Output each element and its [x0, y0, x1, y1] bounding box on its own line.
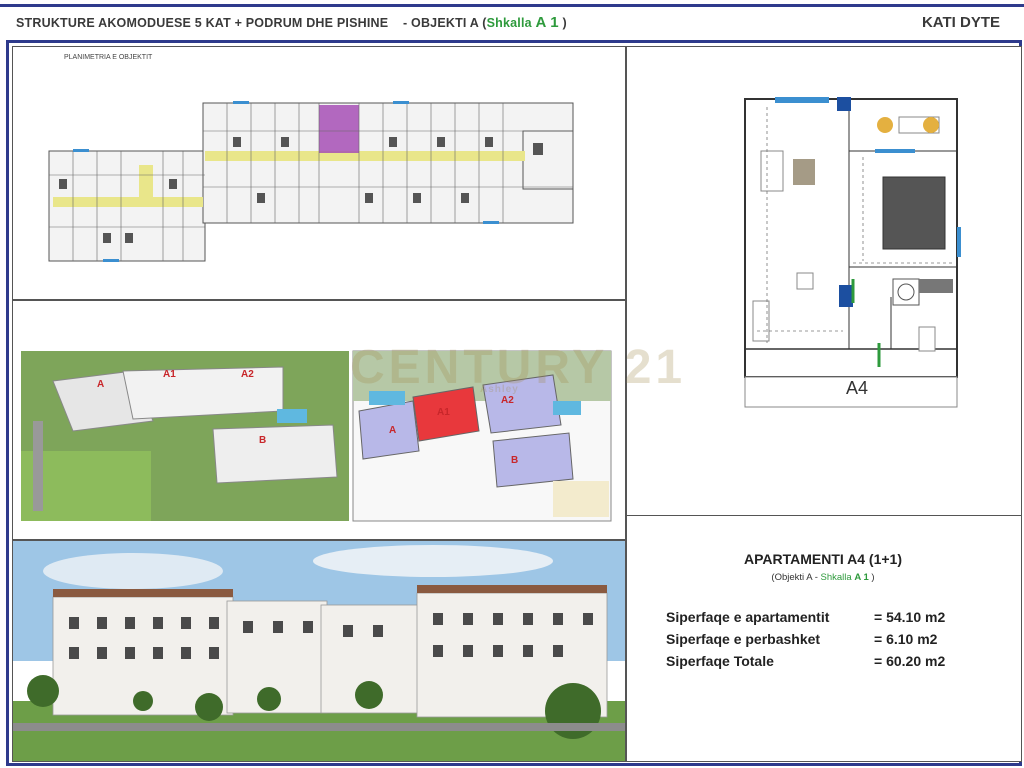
unit-plan-panel: [626, 46, 1022, 516]
site-label-a: A: [389, 425, 396, 436]
floorplan-label: PLANIMETRIA E OBJEKTIT: [64, 54, 153, 61]
floor-label: KATI DYTE: [921, 14, 1000, 31]
page-title: STRUKTURE AKOMODUESE 5 KAT + PODRUM DHE …: [16, 14, 567, 31]
site-label-a2: A2: [501, 395, 514, 406]
building-street-render: [13, 541, 625, 761]
site-label-a1: A1: [437, 407, 450, 418]
apartment-subtitle: (Objekti A - Shkalla A 1 ): [771, 572, 875, 583]
area-row-apartment: Siperfaqe e apartamentit = 54.10 m2: [666, 609, 946, 625]
unit-label: A4: [846, 378, 869, 398]
header-top-rule: [0, 4, 1024, 7]
render-label-b: B: [259, 435, 266, 446]
floorplan-panel: [12, 46, 626, 300]
building-floorplan-drawing: [48, 101, 574, 262]
apartment-a4-plan-drawing: [744, 97, 961, 408]
render-label-a2: A2: [241, 369, 254, 380]
render-label-a1: A1: [163, 369, 176, 380]
renders-panel: A A1 A2 B A A1 A2 B: [12, 300, 626, 540]
render-label-a: A: [97, 379, 104, 390]
apartment-info: APARTAMENTI A4 (1+1) (Objekti A - Shkall…: [628, 515, 1018, 760]
area-row-total: Siperfaqe Totale = 60.20 m2: [666, 653, 946, 669]
street-render-panel: [12, 540, 626, 762]
area-row-common: Siperfaqe e perbashket = 6.10 m2: [666, 631, 938, 647]
site-label-b: B: [511, 455, 518, 466]
site-renders: A A1 A2 B A A1 A2 B: [21, 350, 612, 522]
watermark: CENTURY 21 Ashley: [350, 341, 687, 395]
apartment-title: APARTAMENTI A4 (1+1): [743, 551, 903, 567]
